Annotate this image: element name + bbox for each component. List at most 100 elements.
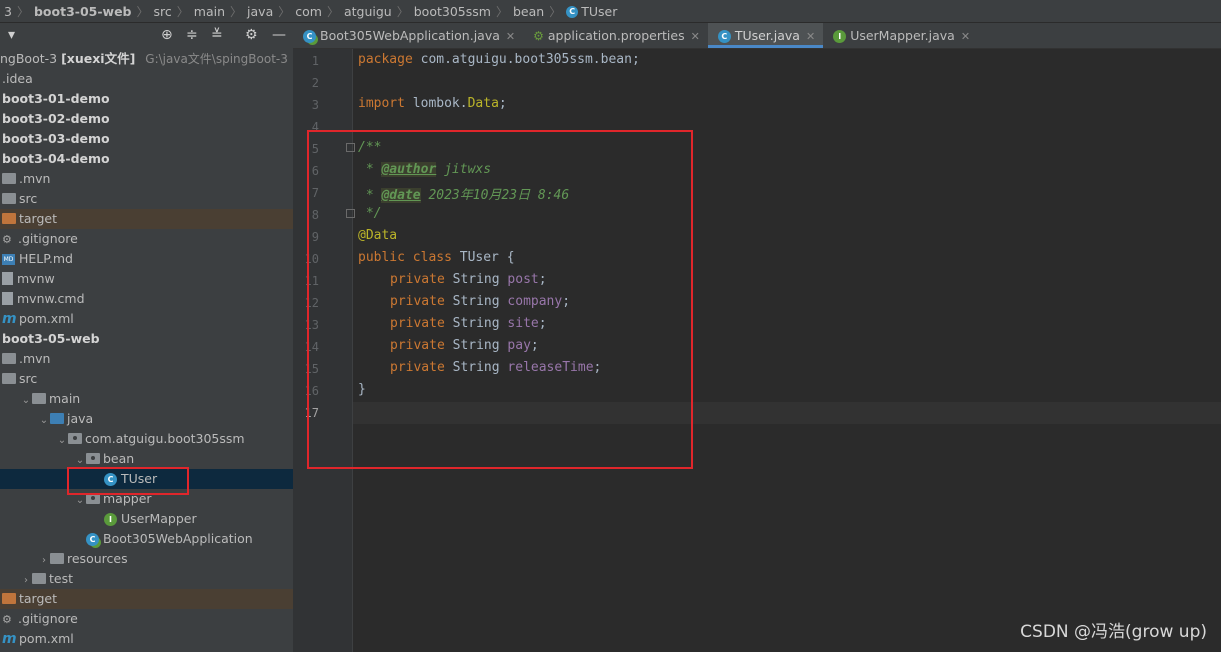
maven-icon: m [2, 311, 17, 327]
breadcrumb-item[interactable]: bean [509, 4, 548, 19]
breadcrumb: 3 〉 boot3-05-web 〉 src 〉 main 〉 java 〉 com 〉 a… [0, 0, 1221, 23]
close-icon[interactable]: ✕ [961, 30, 970, 43]
breadcrumb-separator: 〉 [396, 4, 409, 19]
tree-item[interactable]: ⌄ main [0, 389, 293, 409]
gitignore-icon: ⚙ [2, 613, 12, 626]
tree-item[interactable]: boot3-04-demo [0, 149, 293, 169]
folder-icon [2, 373, 16, 384]
breadcrumb-item[interactable]: main [190, 4, 229, 19]
tree-item[interactable]: .mvn [0, 169, 293, 189]
gear-icon[interactable]: ⚙ [245, 27, 258, 43]
breadcrumb-item[interactable]: com [291, 4, 326, 19]
tree-item-label: test [49, 571, 74, 586]
breadcrumb-item[interactable]: boot3-05-web [30, 4, 136, 19]
tree-item[interactable]: m pom.xml [0, 629, 293, 649]
tree-item-label: HELP.md [19, 251, 73, 266]
breadcrumb-separator: 〉 [136, 4, 149, 19]
tab-label: UserMapper.java [850, 28, 955, 43]
spring-boot-class-icon: C [303, 30, 316, 43]
chevron-right-icon[interactable]: › [38, 551, 50, 571]
tab-tuser[interactable]: C TUser.java ✕ [707, 23, 824, 48]
tree-item[interactable]: › test [0, 569, 293, 589]
tree-item-label: mvnw.cmd [17, 291, 85, 306]
chevron-down-icon[interactable]: ⌄ [56, 431, 68, 451]
tree-item[interactable]: src [0, 189, 293, 209]
tree-root[interactable]: ngBoot-3 [xuexi文件] G:\java文件\spingBoot-3 [0, 49, 293, 69]
tree-item-label: .gitignore [18, 611, 78, 626]
tree-item-label: UserMapper [121, 511, 197, 526]
tree-item[interactable]: ⚙ .gitignore [0, 609, 293, 629]
annotation-box-code [307, 130, 693, 469]
tree-item[interactable]: boot3-02-demo [0, 109, 293, 129]
root-module: [xuexi文件] [61, 51, 136, 66]
breadcrumb-separator: 〉 [16, 4, 29, 19]
tree-item-label: src [19, 191, 38, 206]
tree-item-label: src [19, 371, 38, 386]
minimize-icon[interactable]: — [272, 27, 286, 43]
tree-item[interactable]: ⌄ java [0, 409, 293, 429]
breadcrumb-item[interactable]: boot305ssm [410, 4, 495, 19]
folder-icon [2, 193, 16, 204]
close-icon[interactable]: ✕ [506, 30, 515, 43]
tree-item[interactable]: ⌄ bean [0, 449, 293, 469]
tree-item[interactable]: .idea [0, 69, 293, 89]
breadcrumb-item[interactable]: java [243, 4, 277, 19]
tree-item-label: boot3-04-demo [2, 151, 110, 166]
chevron-down-icon[interactable]: ▾ [8, 27, 15, 43]
package-icon [68, 433, 82, 444]
tree-item[interactable]: .mvn [0, 349, 293, 369]
tree-item[interactable]: MD HELP.md [0, 249, 293, 269]
tab-application-properties[interactable]: ⚙ application.properties ✕ [523, 23, 708, 48]
file-icon [2, 292, 13, 305]
project-toolbar: ▾ ⊕ ≑ ≚ ⚙ — [0, 23, 293, 49]
chevron-right-icon[interactable]: › [20, 571, 32, 591]
tree-item[interactable]: m pom.xml [0, 309, 293, 329]
tree-item-label: target [19, 211, 58, 226]
tree-item[interactable]: ⌄ com.atguigu.boot305ssm [0, 429, 293, 449]
tree-item[interactable]: mvnw [0, 269, 293, 289]
tree-item[interactable]: boot3-05-web [0, 329, 293, 349]
properties-icon: ⚙ [533, 29, 544, 43]
tree-item[interactable]: boot3-03-demo [0, 129, 293, 149]
breadcrumb-separator: 〉 [176, 4, 189, 19]
tree-item-label: main [49, 391, 81, 406]
tree-item-label: resources [67, 551, 128, 566]
tree-item[interactable]: I UserMapper [0, 509, 293, 529]
spring-boot-class-icon: C [86, 533, 99, 546]
breadcrumb-item[interactable]: src [150, 4, 176, 19]
tree-item[interactable]: C Boot305WebApplication [0, 529, 293, 549]
chevron-down-icon[interactable]: ⌄ [38, 411, 50, 431]
root-path: G:\java文件\spingBoot-3 [145, 52, 288, 66]
tree-item[interactable]: target [0, 209, 293, 229]
tab-boot305webapplication[interactable]: C Boot305WebApplication.java ✕ [293, 23, 523, 48]
class-icon: C [566, 6, 579, 18]
breadcrumb-item-current[interactable]: C TUser [562, 4, 621, 19]
tree-item-label: .mvn [19, 171, 51, 186]
editor-tabs: C Boot305WebApplication.java ✕ ⚙ applicatio… [293, 23, 1221, 49]
close-icon[interactable]: ✕ [806, 30, 815, 43]
expand-all-icon[interactable]: ≑ [186, 27, 198, 43]
folder-icon [50, 553, 64, 564]
breadcrumb-item[interactable]: atguigu [340, 4, 396, 19]
tree-item[interactable]: src [0, 369, 293, 389]
tree-item-label: .idea [2, 71, 33, 86]
collapse-all-icon[interactable]: ≚ [211, 27, 223, 43]
gitignore-icon: ⚙ [2, 233, 12, 246]
locate-icon[interactable]: ⊕ [161, 27, 173, 43]
tree-item[interactable]: target [0, 589, 293, 609]
tree-item-label: boot3-05-web [2, 331, 100, 346]
folder-icon [2, 173, 16, 184]
tab-usermapper[interactable]: I UserMapper.java ✕ [823, 23, 978, 48]
tree-item[interactable]: ⚙ .gitignore [0, 229, 293, 249]
tree-item[interactable]: mvnw.cmd [0, 289, 293, 309]
tree-item-label: .mvn [19, 351, 51, 366]
tab-label: application.properties [547, 28, 685, 43]
line-number: 1 [311, 54, 319, 68]
breadcrumb-item[interactable]: 3 [0, 4, 16, 19]
close-icon[interactable]: ✕ [691, 30, 700, 43]
breadcrumb-separator: 〉 [230, 4, 243, 19]
chevron-down-icon[interactable]: ⌄ [20, 391, 32, 411]
tree-item-label: boot3-03-demo [2, 131, 110, 146]
tree-item[interactable]: › resources [0, 549, 293, 569]
tree-item[interactable]: boot3-01-demo [0, 89, 293, 109]
